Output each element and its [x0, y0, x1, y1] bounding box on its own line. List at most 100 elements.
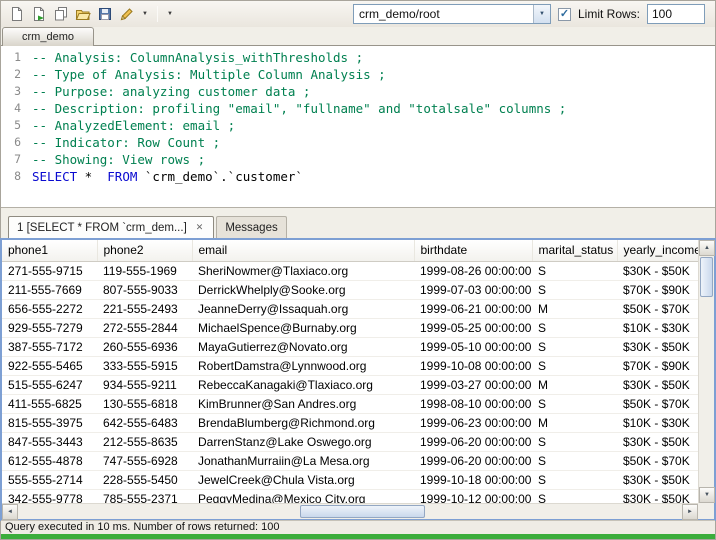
app-window: ▼ ▼ crm_demo/root ▼ ✓ Limit Rows: crm_de… — [0, 0, 716, 540]
table-cell: 212-555-8635 — [97, 432, 192, 451]
table-cell: $30K - $50K — [617, 470, 698, 489]
status-bar: Query executed in 10 ms. Number of rows … — [1, 520, 715, 534]
table-cell: 228-555-5450 — [97, 470, 192, 489]
table-cell: 411-555-6825 — [2, 394, 97, 413]
table-cell: 271-555-9715 — [2, 261, 97, 280]
editor-tab-label: crm_demo — [22, 31, 74, 43]
save-button[interactable] — [95, 4, 115, 24]
column-header-marital_status[interactable]: marital_status — [532, 240, 617, 261]
table-cell: JewelCreek@Chula Vista.org — [192, 470, 414, 489]
table-cell: 1999-07-03 00:00:00.000 — [414, 280, 532, 299]
table-cell: 785-555-2371 — [97, 489, 192, 503]
limit-rows-label: Limit Rows: — [578, 7, 640, 21]
view-dropdown-caret-icon[interactable]: ▼ — [164, 11, 176, 17]
main-toolbar: ▼ ▼ crm_demo/root ▼ ✓ Limit Rows: — [1, 1, 715, 27]
limit-rows-checkbox[interactable]: ✓ — [558, 8, 571, 21]
table-cell: $10K - $30K — [617, 318, 698, 337]
table-cell: 1999-10-08 00:00:00.000 — [414, 356, 532, 375]
column-header-phone1[interactable]: phone1 — [2, 240, 97, 261]
table-cell: 211-555-7669 — [2, 280, 97, 299]
table-cell: 612-555-4878 — [2, 451, 97, 470]
code-line: 8SELECT * FROM `crm_demo`.`customer` — [1, 168, 715, 185]
table-cell: S — [532, 280, 617, 299]
open-folder-icon — [75, 6, 91, 22]
table-row[interactable]: 555-555-2714228-555-5450JewelCreek@Chula… — [2, 470, 698, 489]
vertical-scrollbar[interactable]: ▲ ▼ — [698, 240, 714, 503]
new-file-icon — [9, 6, 25, 22]
code-line: 3-- Purpose: analyzing customer data ; — [1, 83, 715, 100]
table-cell: S — [532, 489, 617, 503]
table-row[interactable]: 847-555-3443212-555-8635DarrenStanz@Lake… — [2, 432, 698, 451]
line-number: 6 — [1, 134, 21, 151]
table-row[interactable]: 815-555-3975642-555-6483BrendaBlumberg@R… — [2, 413, 698, 432]
new-file-button[interactable] — [7, 4, 27, 24]
results-grid[interactable]: phone1phone2emailbirthdatemarital_status… — [2, 240, 698, 503]
table-row[interactable]: 411-555-6825130-555-6818KimBrunner@San A… — [2, 394, 698, 413]
table-cell: 1999-10-18 00:00:00.000 — [414, 470, 532, 489]
column-header-email[interactable]: email — [192, 240, 414, 261]
table-cell: $30K - $50K — [617, 489, 698, 503]
table-cell: DarrenStanz@Lake Oswego.org — [192, 432, 414, 451]
connection-combo-dropdown-button[interactable]: ▼ — [533, 5, 550, 23]
results-tab-messages[interactable]: Messages — [216, 216, 286, 238]
results-tab-query-label: 1 [SELECT * FROM `crm_dem...] — [17, 222, 187, 234]
scroll-right-icon: ► — [687, 509, 693, 515]
copy-button[interactable] — [51, 4, 71, 24]
table-row[interactable]: 922-555-5465333-555-5915RobertDamstra@Ly… — [2, 356, 698, 375]
table-cell: 1999-03-27 00:00:00.000 — [414, 375, 532, 394]
table-row[interactable]: 271-555-9715119-555-1969SheriNowmer@Tlax… — [2, 261, 698, 280]
table-cell: 1999-06-21 00:00:00.000 — [414, 299, 532, 318]
vertical-scrollbar-thumb[interactable] — [700, 257, 713, 297]
table-cell: 555-555-2714 — [2, 470, 97, 489]
table-cell: 119-555-1969 — [97, 261, 192, 280]
table-cell: $50K - $70K — [617, 299, 698, 318]
code-line: 5-- AnalyzedElement: email ; — [1, 117, 715, 134]
table-cell: PeggyMedina@Mexico City.org — [192, 489, 414, 503]
table-cell: BrendaBlumberg@Richmond.org — [192, 413, 414, 432]
editor-tab-crm-demo[interactable]: crm_demo — [2, 27, 94, 46]
connection-combo[interactable]: crm_demo/root ▼ — [353, 4, 551, 24]
scroll-down-icon: ▼ — [704, 492, 710, 498]
table-row[interactable]: 211-555-7669807-555-9033DerrickWhelply@S… — [2, 280, 698, 299]
close-tab-icon[interactable]: ✕ — [194, 221, 206, 234]
table-row[interactable]: 656-555-2272221-555-2493JeanneDerry@Issa… — [2, 299, 698, 318]
table-cell: 130-555-6818 — [97, 394, 192, 413]
table-row[interactable]: 515-555-6247934-555-9211RebeccaKanagaki@… — [2, 375, 698, 394]
table-cell: 1999-10-12 00:00:00.000 — [414, 489, 532, 503]
scroll-up-button[interactable]: ▲ — [699, 240, 715, 256]
table-cell: RebeccaKanagaki@Tlaxiaco.org — [192, 375, 414, 394]
results-tab-query[interactable]: 1 [SELECT * FROM `crm_dem...] ✕ — [8, 216, 214, 238]
table-row[interactable]: 387-555-7172260-555-6936MayaGutierrez@No… — [2, 337, 698, 356]
horizontal-scrollbar[interactable]: ◄ ► — [2, 503, 698, 519]
sql-editor[interactable]: 1-- Analysis: ColumnAnalysis_withThresho… — [1, 45, 715, 208]
scroll-left-icon: ◄ — [7, 509, 13, 515]
results-panel: phone1phone2emailbirthdatemarital_status… — [0, 238, 716, 521]
edit-dropdown-caret-icon[interactable]: ▼ — [139, 11, 151, 17]
code-line: 6-- Indicator: Row Count ; — [1, 134, 715, 151]
table-row[interactable]: 929-555-7279272-555-2844MichaelSpence@Bu… — [2, 318, 698, 337]
column-header-yearly_income[interactable]: yearly_income — [617, 240, 698, 261]
scroll-up-icon: ▲ — [704, 245, 710, 251]
table-cell: $30K - $50K — [617, 432, 698, 451]
results-header-row: phone1phone2emailbirthdatemarital_status… — [2, 240, 698, 261]
table-cell: $10K - $30K — [617, 413, 698, 432]
scroll-down-button[interactable]: ▼ — [699, 487, 715, 503]
toolbar-right-group: crm_demo/root ▼ ✓ Limit Rows: — [353, 4, 715, 24]
horizontal-scrollbar-thumb[interactable] — [300, 505, 425, 518]
table-cell: $70K - $90K — [617, 356, 698, 375]
export-button[interactable] — [29, 4, 49, 24]
column-header-phone2[interactable]: phone2 — [97, 240, 192, 261]
line-number: 3 — [1, 83, 21, 100]
progress-bar — [1, 534, 715, 539]
limit-rows-input[interactable] — [647, 4, 705, 24]
table-cell: DerrickWhelply@Sooke.org — [192, 280, 414, 299]
table-cell: 922-555-5465 — [2, 356, 97, 375]
edit-pen-button[interactable] — [117, 4, 137, 24]
column-header-birthdate[interactable]: birthdate — [414, 240, 532, 261]
open-folder-button[interactable] — [73, 4, 93, 24]
table-row[interactable]: 612-555-4878747-555-6928JonathanMurraiin… — [2, 451, 698, 470]
scroll-right-button[interactable]: ► — [682, 504, 698, 520]
edit-pen-icon — [119, 6, 135, 22]
table-row[interactable]: 342-555-9778785-555-2371PeggyMedina@Mexi… — [2, 489, 698, 503]
scroll-left-button[interactable]: ◄ — [2, 504, 18, 520]
